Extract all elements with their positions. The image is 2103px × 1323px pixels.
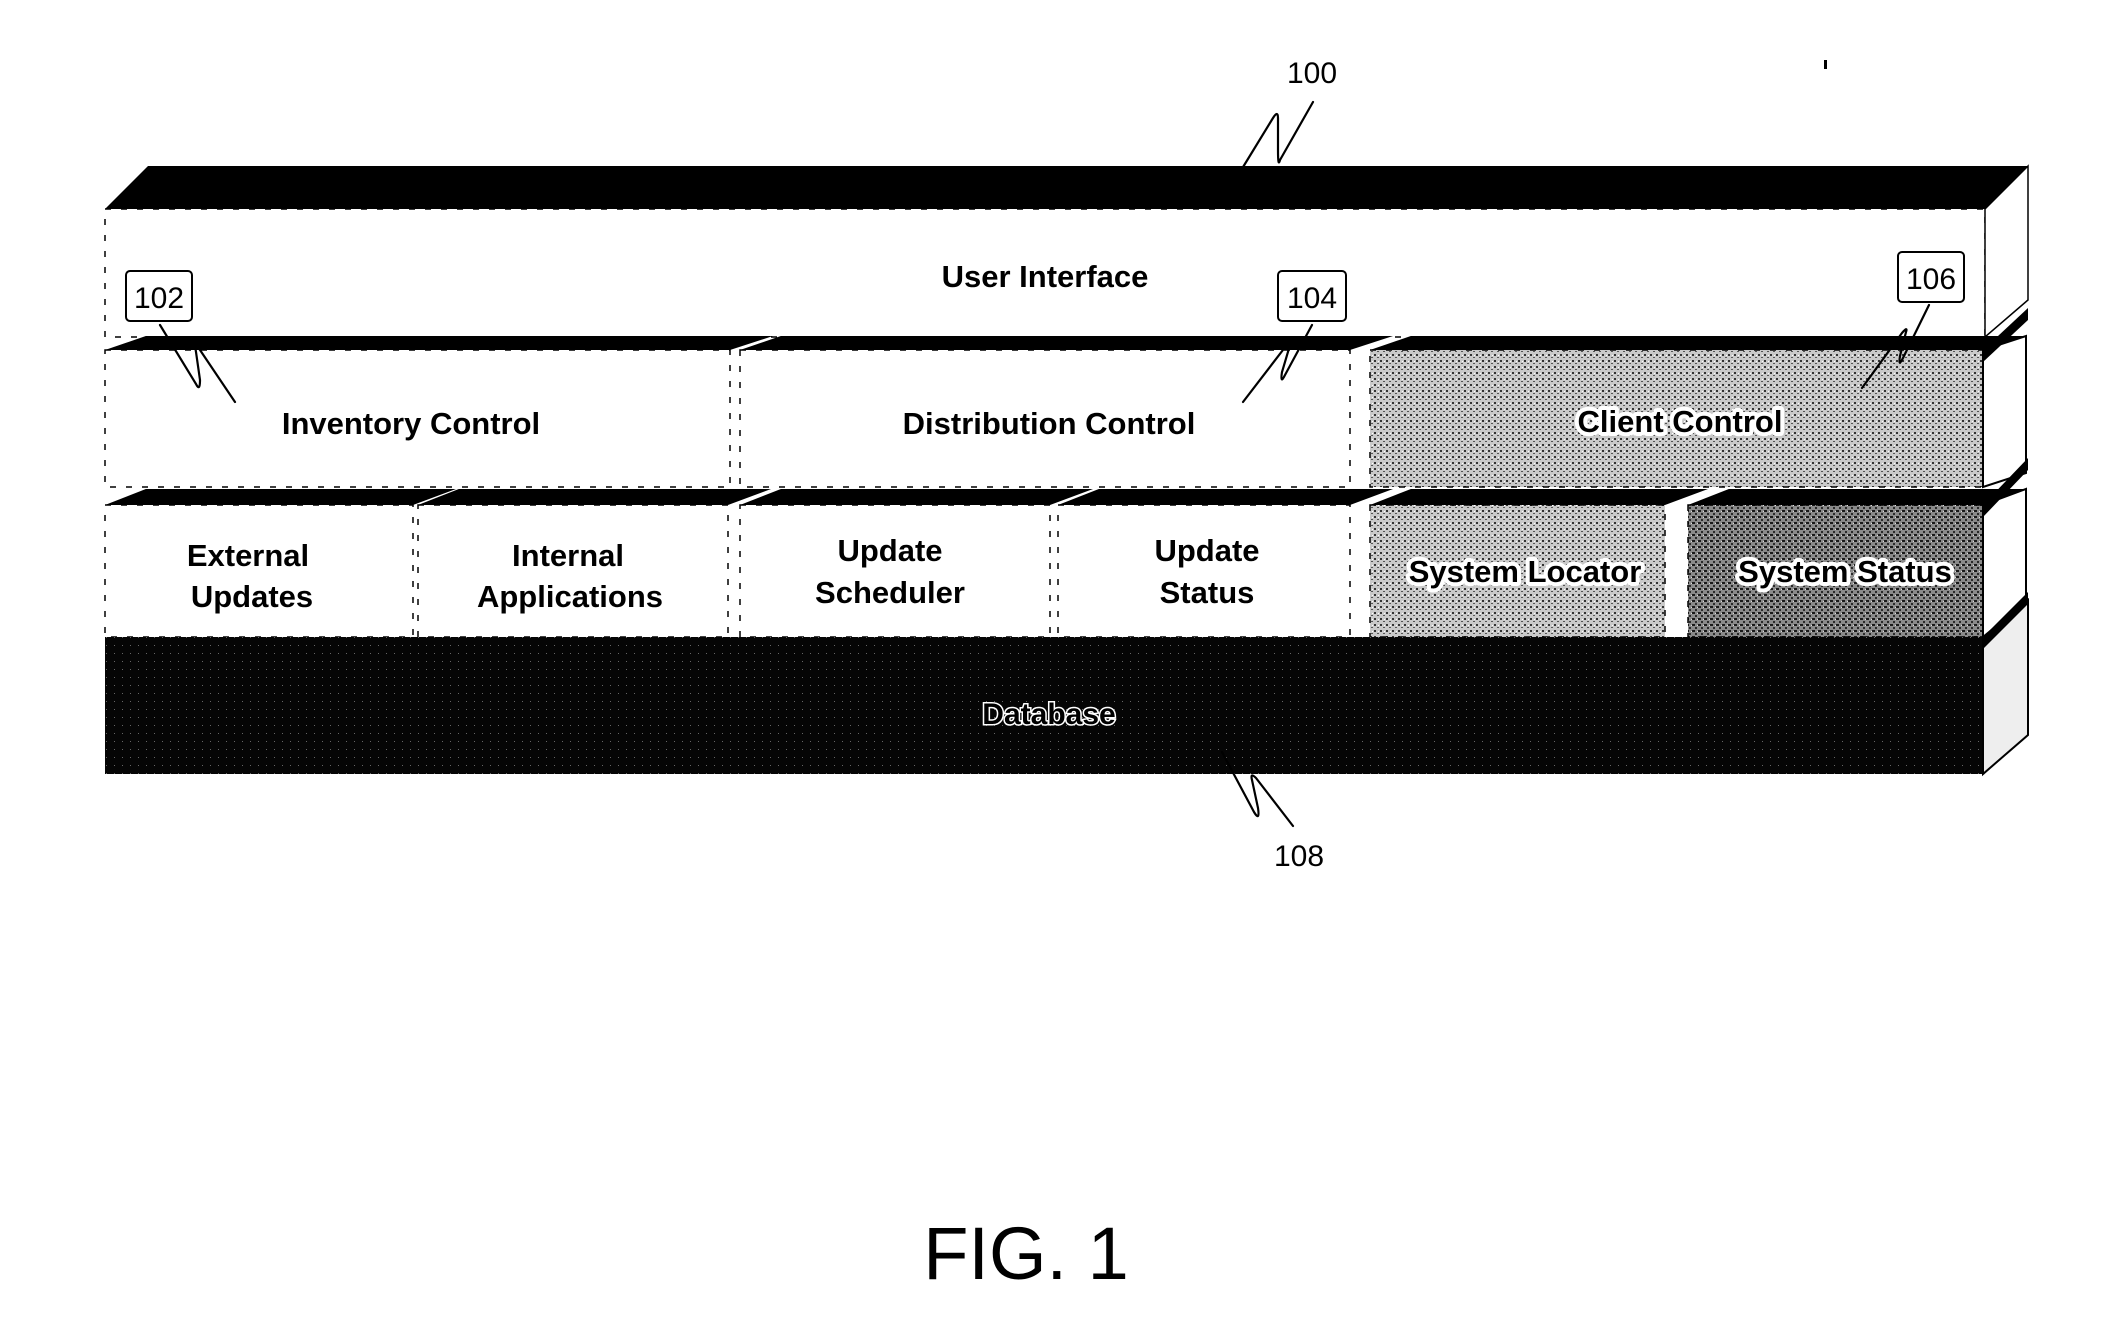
external-updates-label-line1: External	[187, 538, 309, 573]
ref-numeral-104: 104	[1287, 282, 1337, 315]
update-scheduler-label-line2: Scheduler	[815, 575, 965, 610]
external-updates-label-line2: Updates	[191, 579, 313, 614]
system-status-top-face	[1688, 489, 2026, 505]
figure-caption: FIG. 1	[923, 1212, 1129, 1295]
update-status-top-face	[1058, 489, 1393, 505]
user-interface-label: User Interface	[942, 259, 1149, 294]
inventory-control-label: Inventory Control	[282, 406, 540, 441]
update-status-label-line2: Status	[1160, 575, 1255, 610]
scan-speck	[1824, 60, 1827, 69]
update-scheduler-label-line1: Update	[837, 533, 942, 568]
distribution-control-top-face	[740, 336, 1393, 350]
internal-applications-top-face	[418, 489, 771, 505]
user-interface-top-face	[105, 166, 2028, 209]
client-control-label: Client Control	[1578, 404, 1783, 439]
update-scheduler-front-face	[739, 504, 1051, 638]
leader-line-100	[1238, 100, 1315, 174]
update-status-label-line1: Update	[1154, 533, 1259, 568]
ref-numeral-106: 106	[1906, 263, 1956, 296]
internal-applications-label-line1: Internal	[512, 538, 624, 573]
ref-numeral-100: 100	[1287, 57, 1337, 90]
internal-applications-label-line2: Applications	[477, 579, 663, 614]
client-control-top-face	[1370, 336, 2026, 350]
database-label: Database	[982, 698, 1115, 731]
ref-numeral-102: 102	[134, 282, 184, 315]
architecture-figure: 100 User Interface Inventory Control Dis…	[104, 57, 2029, 1295]
distribution-control-label: Distribution Control	[903, 406, 1196, 441]
system-locator-label: System Locator	[1409, 554, 1642, 589]
system-locator-top-face	[1370, 489, 1708, 505]
inventory-control-top-face	[105, 336, 773, 350]
system-status-label: System Status	[1738, 554, 1952, 589]
update-status-front-face	[1057, 504, 1351, 638]
layer-stack	[104, 164, 2029, 777]
external-updates-top-face	[105, 489, 456, 505]
client-control-right-face	[1982, 334, 2027, 489]
update-scheduler-top-face	[740, 489, 1093, 505]
ref-numeral-108: 108	[1274, 840, 1324, 873]
